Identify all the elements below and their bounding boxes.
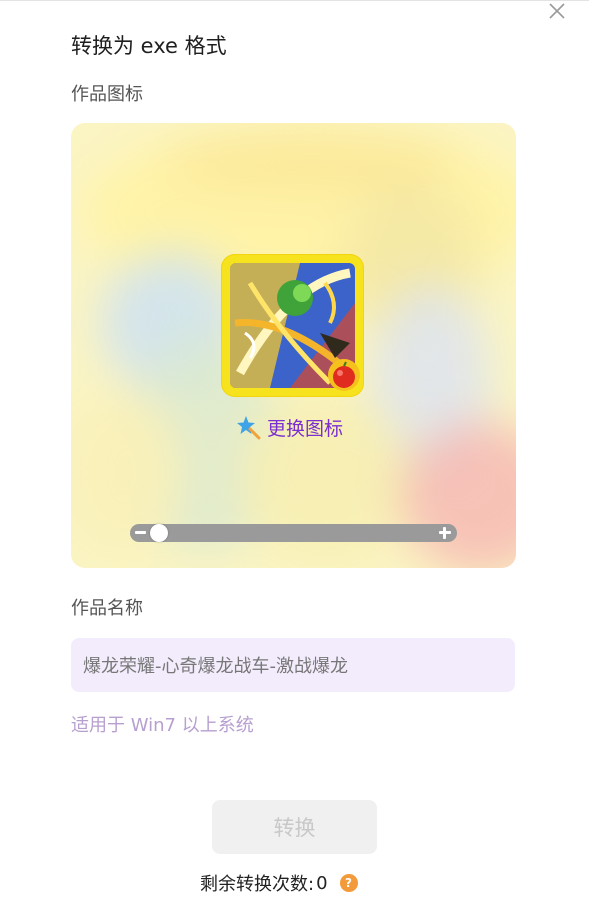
dialog-title: 转换为 exe 格式 (71, 34, 227, 58)
change-icon-label: 更换图标 (267, 417, 344, 440)
app-icon-preview (221, 254, 364, 397)
plus-icon-vertical (443, 527, 446, 539)
icon-preview-panel: 更换图标 (71, 123, 516, 568)
compatibility-note: 适用于 Win7 以上系统 (71, 715, 254, 736)
help-icon[interactable]: ? (339, 874, 358, 892)
name-section-label: 作品名称 (71, 598, 143, 619)
convert-button[interactable]: 转换 (212, 800, 377, 854)
icon-section-label: 作品图标 (71, 84, 143, 105)
icon-zoom-slider[interactable] (130, 524, 457, 542)
remaining-count: 0 (316, 872, 328, 894)
project-name-input[interactable] (71, 638, 515, 692)
change-icon-button[interactable]: 更换图标 (235, 412, 343, 442)
close-icon[interactable] (546, 0, 568, 22)
minus-icon[interactable] (135, 531, 146, 534)
remaining-label: 剩余转换次数: (200, 874, 315, 895)
remaining-conversions: 剩余转换次数: 0 ? (200, 870, 358, 896)
zoom-slider-thumb[interactable] (150, 524, 168, 542)
dialog-top-border (0, 0, 589, 1)
apple-badge-icon (327, 358, 361, 392)
magic-wand-icon (237, 416, 261, 440)
